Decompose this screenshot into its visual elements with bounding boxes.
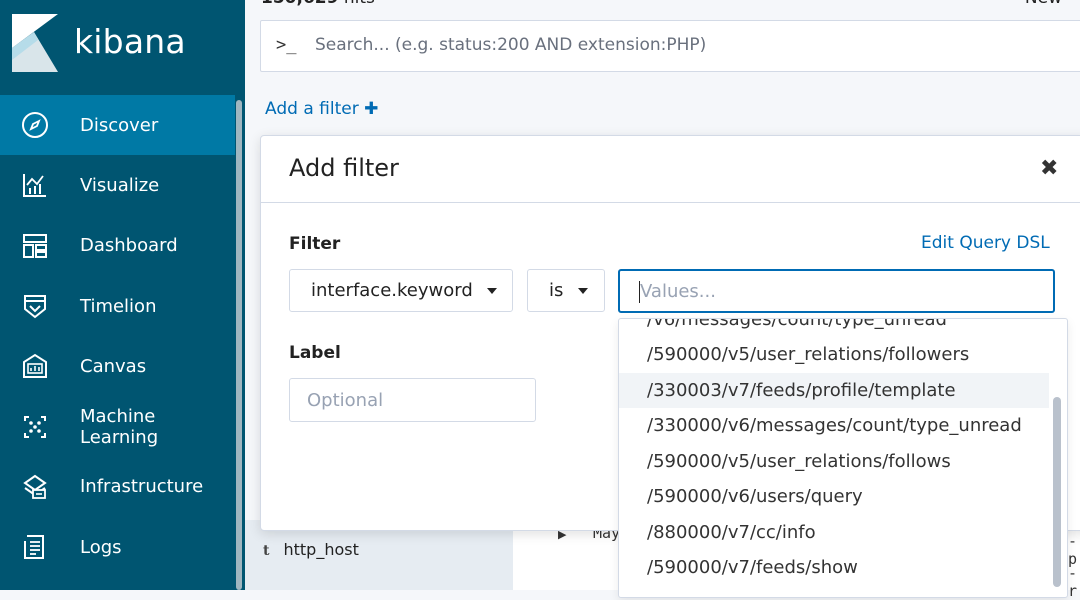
label-label: Label: [289, 343, 341, 363]
nav-item-machine-learning[interactable]: Machine Learning: [0, 396, 235, 456]
suggestion-item[interactable]: /880000/v7/cc/info: [619, 515, 1049, 551]
value-suggestions-list: /v6/messages/count/type_unread /590000/v…: [618, 318, 1068, 598]
canvas-icon: [23, 354, 47, 379]
visualize-icon: [23, 174, 46, 198]
dropdown-scrollbar[interactable]: [1053, 397, 1061, 587]
nav-item-logs[interactable]: Logs: [0, 517, 235, 577]
field-name: http_host: [283, 540, 359, 559]
sidebar-scrollbar[interactable]: [236, 100, 242, 590]
brand[interactable]: kibana: [0, 0, 245, 95]
document-fragment: -p: [1068, 532, 1078, 568]
values-input[interactable]: Values...: [618, 269, 1055, 313]
suggestion-item-highlighted[interactable]: /330003/v7/feeds/profile/template: [619, 372, 1049, 408]
nav-item-infrastructure[interactable]: Infrastructure: [0, 457, 235, 517]
suggestion-item[interactable]: /330000/v6/messages/count/type_unread: [619, 408, 1049, 444]
edit-query-dsl-link[interactable]: Edit Query DSL: [921, 233, 1050, 253]
new-button[interactable]: New: [1025, 0, 1062, 8]
kibana-logo-icon: [12, 14, 58, 72]
dashboard-icon: [23, 233, 47, 258]
nav-item-timelion[interactable]: Timelion: [0, 276, 235, 336]
string-type-icon: t: [263, 543, 270, 559]
popover-title: Add filter: [289, 154, 399, 182]
suggestion-item[interactable]: /590000/v6/users/query: [619, 479, 1049, 515]
field-select[interactable]: interface.keyword: [289, 269, 513, 312]
brand-name: kibana: [74, 22, 186, 61]
nav-item-discover[interactable]: Discover: [0, 95, 235, 156]
add-filter-link[interactable]: Add a filter ✚: [265, 99, 378, 119]
search-bar[interactable]: >_ Search... (e.g. status:200 AND extens…: [260, 20, 1080, 72]
field-select-value: interface.keyword: [311, 280, 473, 301]
side-nav: Discover Visualize Dashboard Timelion Ca…: [0, 95, 235, 577]
operator-select[interactable]: is: [527, 269, 605, 312]
infrastructure-icon: [23, 474, 47, 499]
nav-item-visualize[interactable]: Visualize: [0, 155, 235, 215]
nav-label: Dashboard: [80, 235, 178, 257]
close-icon[interactable]: ✖: [1040, 156, 1058, 181]
compass-icon: [22, 112, 48, 139]
nav-label: Machine Learning: [80, 405, 159, 448]
machine-learning-icon: [24, 415, 46, 438]
nav-item-dashboard[interactable]: Dashboard: [0, 216, 235, 276]
logs-icon: [24, 535, 44, 560]
hits-number: 150,629: [261, 0, 338, 8]
label-placeholder: Optional: [307, 390, 384, 411]
operator-select-value: is: [549, 280, 564, 301]
search-input[interactable]: Search... (e.g. status:200 AND extension…: [315, 35, 706, 55]
chevron-down-icon: [578, 288, 588, 294]
hits-label: hits: [338, 0, 375, 8]
timelion-icon: [24, 295, 46, 319]
query-prompt-icon: >_: [276, 35, 297, 55]
nav-label: Logs: [80, 536, 122, 558]
sidebar: kibana Discover Visualize Dashboard Time…: [0, 0, 245, 590]
nav-item-canvas[interactable]: Canvas: [0, 336, 235, 396]
nav-label: Visualize: [80, 174, 160, 196]
suggestion-item[interactable]: /590000/v7/feeds/show: [619, 550, 1049, 586]
suggestion-item[interactable]: /590000/v5/user_relations/follows: [619, 444, 1049, 480]
nav-label: Discover: [80, 114, 159, 136]
document-fragment: -r: [1068, 564, 1078, 600]
nav-label: Timelion: [80, 295, 157, 317]
chevron-down-icon: [487, 288, 497, 294]
field-list-item[interactable]: t http_host: [263, 540, 359, 559]
suggestion-item[interactable]: /590000/v5/user_relations/followers: [619, 337, 1049, 373]
plus-icon: ✚: [364, 99, 379, 119]
nav-label: Canvas: [80, 355, 147, 377]
hits-count: 150,629 hits: [261, 0, 375, 8]
values-placeholder: Values...: [640, 281, 716, 302]
divider: [261, 202, 1080, 203]
suggestion-item[interactable]: /v6/messages/count/type_unread: [619, 319, 1049, 338]
filter-label: Filter: [289, 234, 341, 254]
add-filter-label: Add a filter: [265, 99, 359, 119]
nav-label: Infrastructure: [80, 476, 204, 498]
label-input[interactable]: Optional: [289, 378, 536, 422]
